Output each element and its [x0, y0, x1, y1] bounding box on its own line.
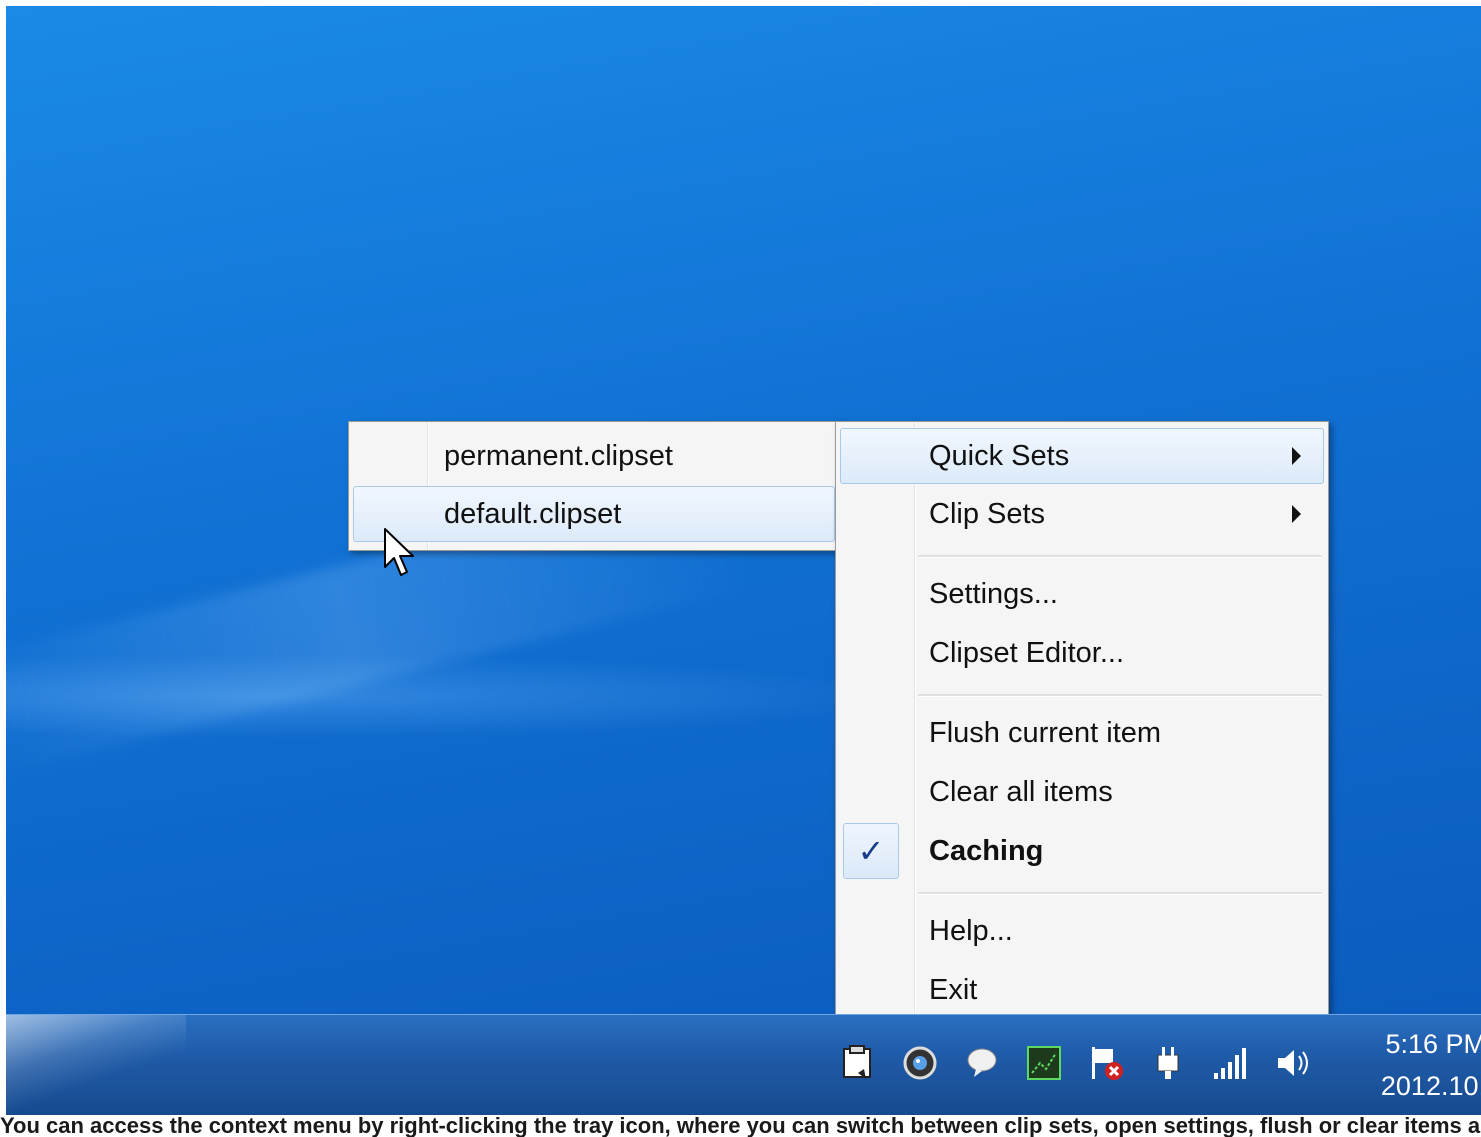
menu-item-label: Clip Sets — [929, 497, 1046, 530]
menu-item-label: Clipset Editor... — [929, 636, 1125, 669]
mouse-pointer-icon — [384, 528, 414, 576]
submenu-item-label: default.clipset — [444, 497, 622, 530]
menu-item-caching[interactable]: ✓ Caching — [840, 823, 1324, 879]
notification-area — [832, 1033, 1328, 1093]
menu-item-clipset-editor[interactable]: Clipset Editor... — [840, 625, 1324, 681]
network-monitor-icon[interactable] — [1018, 1037, 1070, 1089]
clipboard-app-icon[interactable] — [832, 1037, 884, 1089]
power-plug-icon[interactable] — [1142, 1037, 1194, 1089]
action-center-flag-icon[interactable] — [1080, 1037, 1132, 1089]
menu-item-settings[interactable]: Settings... — [840, 566, 1324, 622]
quick-sets-submenu: permanent.clipset default.clipset — [348, 421, 840, 551]
tray-context-menu: Quick Sets Clip Sets Settings... Clipset… — [835, 421, 1329, 1027]
menu-item-label: Settings... — [929, 577, 1058, 610]
submenu-item-default-clipset[interactable]: default.clipset — [353, 486, 835, 542]
menu-separator — [918, 694, 1322, 697]
submenu-item-label: permanent.clipset — [444, 439, 673, 472]
clock-time: 5:16 PM — [1385, 1029, 1481, 1059]
messenger-icon[interactable] — [956, 1037, 1008, 1089]
menu-item-label: Exit — [929, 973, 978, 1006]
menu-item-label: Caching — [929, 834, 1044, 867]
submenu-item-permanent-clipset[interactable]: permanent.clipset — [353, 428, 835, 484]
signal-bars-icon[interactable] — [1204, 1037, 1256, 1089]
menu-item-flush-current-item[interactable]: Flush current item — [840, 705, 1324, 761]
menu-item-label: Help... — [929, 914, 1013, 947]
menu-item-label: Clear all items — [929, 775, 1113, 808]
submenu-arrow-icon — [1292, 447, 1301, 465]
system-clock[interactable]: 5:16 PM 2012.10. — [1366, 1023, 1481, 1107]
menu-item-clear-all-items[interactable]: Clear all items — [840, 764, 1324, 820]
menu-item-exit[interactable]: Exit — [840, 962, 1324, 1018]
webcam-icon[interactable] — [894, 1037, 946, 1089]
checkmark-icon: ✓ — [843, 823, 899, 879]
clock-date: 2012.10. — [1380, 1071, 1481, 1101]
menu-item-help[interactable]: Help... — [840, 903, 1324, 959]
taskbar: 5:16 PM 2012.10. — [6, 1014, 1481, 1116]
menu-item-label: Quick Sets — [929, 439, 1070, 472]
menu-item-label: Flush current item — [929, 716, 1162, 749]
menu-separator — [918, 555, 1322, 558]
menu-item-clip-sets[interactable]: Clip Sets — [840, 486, 1324, 542]
menu-separator — [918, 892, 1322, 895]
submenu-arrow-icon — [1292, 505, 1301, 523]
volume-icon[interactable] — [1266, 1037, 1318, 1089]
start-button-glow[interactable] — [6, 1015, 186, 1116]
overlapping-caption-text: You can access the context menu by right… — [0, 1115, 1481, 1137]
menu-item-quick-sets[interactable]: Quick Sets — [840, 428, 1324, 484]
